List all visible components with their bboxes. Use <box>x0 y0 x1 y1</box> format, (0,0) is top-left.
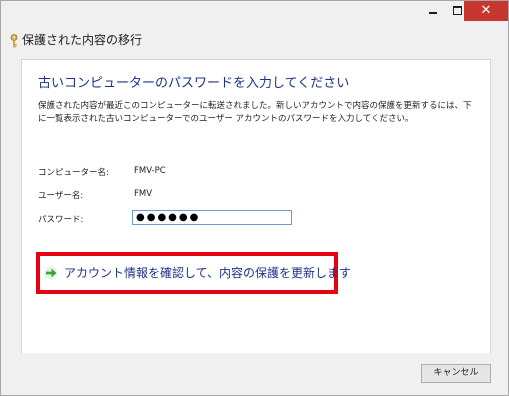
user-name-label: ユーザー名: <box>38 191 84 201</box>
dialog-window: ✕ 保護された内容の移行 古いコンピューターのパスワードを入力してください 保護… <box>0 0 509 396</box>
update-protection-label: アカウント情報を確認して、内容の保護を更新します <box>64 266 352 280</box>
computer-name-label: コンピューター名: <box>38 168 109 178</box>
green-arrow-icon <box>44 266 58 280</box>
description-text: 保護された内容が最近このコンピューターに転送されました。新しいアカウントで内容の… <box>38 101 472 124</box>
password-label: パスワード: <box>38 215 84 225</box>
computer-name-value: FMV-PC <box>134 166 166 176</box>
maximize-icon <box>453 6 462 15</box>
key-icon <box>10 34 18 48</box>
minimize-button[interactable] <box>422 1 444 21</box>
title-bar: ✕ <box>1 1 508 25</box>
cancel-button[interactable]: キャンセル <box>421 364 491 383</box>
page-heading: 古いコンピューターのパスワードを入力してください <box>38 76 350 91</box>
close-button[interactable]: ✕ <box>464 1 508 21</box>
dialog-title: 保護された内容の移行 <box>22 33 143 47</box>
dialog-footer: キャンセル <box>1 353 508 395</box>
content-panel: 古いコンピューターのパスワードを入力してください 保護された内容が最近このコンピ… <box>21 59 491 355</box>
dialog-header: 保護された内容の移行 <box>1 25 508 57</box>
password-field[interactable]: ●●●●●● <box>132 210 292 225</box>
user-name-value: FMV <box>134 189 153 199</box>
minimize-icon <box>429 12 437 14</box>
